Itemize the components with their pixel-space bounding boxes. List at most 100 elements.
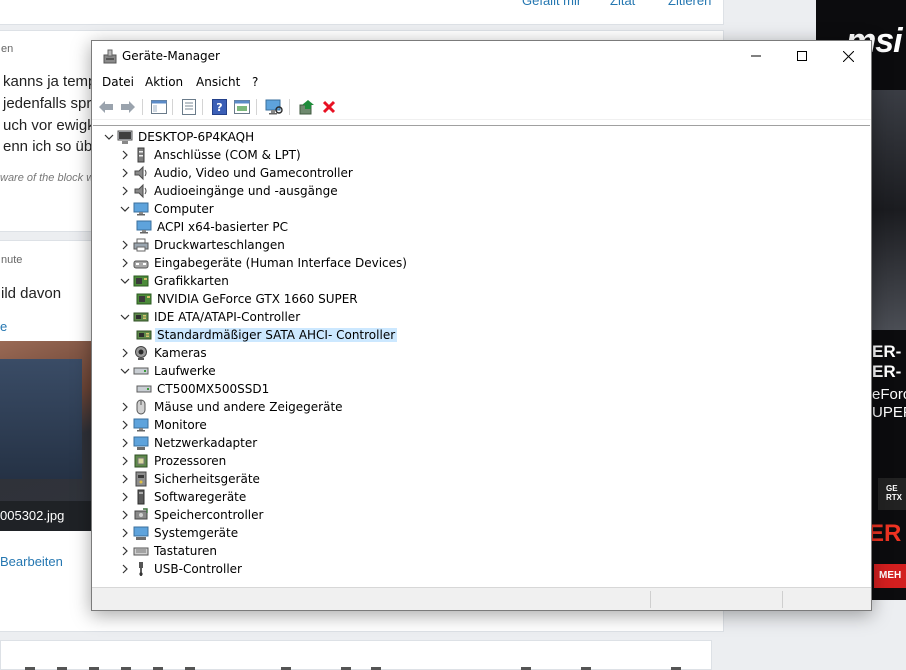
tree-category-item[interactable]: Audio, Video und Gamecontroller [117,164,355,182]
chevron-down-icon[interactable] [117,362,133,380]
reply-quote-link[interactable]: Zitieren [668,0,711,8]
usb-icon [133,561,149,577]
forum-top-card: Gefällt mir Zitat Zitieren [0,0,724,25]
tree-category-item[interactable]: Laufwerke [117,362,218,380]
chevron-right-icon[interactable] [117,236,133,254]
chevron-down-icon[interactable] [117,272,133,290]
chevron-right-icon[interactable] [117,506,133,524]
chevron-down-icon[interactable] [117,200,133,218]
maximize-icon [797,51,807,61]
tree-category-item[interactable]: Systemgeräte [117,524,240,542]
forward-button[interactable] [119,98,137,116]
close-button[interactable] [825,41,871,71]
tree-device-item[interactable]: ACPI x64-basierter PC [136,218,290,236]
menu-ansicht[interactable]: Ansicht [196,75,240,89]
post1-line: enn ich so übe [3,138,101,155]
minimize-button[interactable] [733,41,779,71]
chevron-right-icon[interactable] [117,470,133,488]
toolbar-separator [202,99,203,115]
tree-category-item[interactable]: Softwaregeräte [117,488,248,506]
chevron-right-icon[interactable] [117,398,133,416]
tree-category-item[interactable]: Anschlüsse (COM & LPT) [117,146,303,164]
network-icon [133,435,149,451]
ad-subline: UPEF [872,404,906,421]
tree-category-item[interactable]: Computer [117,200,216,218]
tree-root-label: DESKTOP-6P4KAQH [138,130,255,144]
quote-link[interactable]: Zitat [610,0,635,8]
toolbar-separator [256,99,257,115]
tree-category-item[interactable]: Mäuse und andere Zeigegeräte [117,398,345,416]
chevron-right-icon[interactable] [117,524,133,542]
tree-category-item[interactable]: Netzwerkadapter [117,434,259,452]
menu-datei[interactable]: Datei [102,75,134,89]
chevron-right-icon[interactable] [117,434,133,452]
menu-aktion[interactable]: Aktion [145,75,183,89]
tree-category-item[interactable]: Tastaturen [117,542,219,560]
tree-category-item[interactable]: Prozessoren [117,452,228,470]
chevron-right-icon[interactable] [117,164,133,182]
tree-item-label: Audio, Video und Gamecontroller [154,166,353,180]
hid-icon [133,255,149,271]
tree-item-label: USB-Controller [154,562,242,576]
menu-bar: Datei Aktion Ansicht ? [92,72,871,93]
help-button[interactable]: ? [210,98,228,116]
ad-graphics-card-image [866,90,906,330]
post1-signature: ware of the block w [0,172,95,184]
tree-item-label: NVIDIA GeForce GTX 1660 SUPER [157,292,358,306]
tree-item-label: Druckwarteschlangen [154,238,285,252]
view-window-icon [234,100,250,114]
properties-button[interactable] [180,98,198,116]
system-icon [133,525,149,541]
uninstall-device-button[interactable] [320,98,338,116]
tree-category-item[interactable]: Eingabegeräte (Human Interface Devices) [117,254,409,272]
tree-item-label: CT500MX500SSD1 [157,382,270,396]
tree-device-item[interactable]: NVIDIA GeForce GTX 1660 SUPER [136,290,360,308]
back-button[interactable] [97,98,115,116]
scan-hardware-button[interactable] [265,98,283,116]
tree-category-item[interactable]: Druckwarteschlangen [117,236,287,254]
chevron-down-icon[interactable] [101,128,117,146]
console-tree-icon [151,100,167,114]
menu-help[interactable]: ? [252,75,258,89]
tree-device-item[interactable]: Standardmäßiger SATA AHCI- Controller [136,326,398,344]
update-driver-button[interactable] [298,98,316,116]
chevron-right-icon[interactable] [117,254,133,272]
chevron-right-icon[interactable] [117,344,133,362]
chevron-down-icon[interactable] [117,308,133,326]
tree-category-item[interactable]: Sicherheitsgeräte [117,470,262,488]
cpu-icon [133,453,149,469]
post2-text: ild davon [1,285,62,302]
maximize-button[interactable] [779,41,825,71]
post2-link[interactable]: e [0,319,7,334]
tree-category-item[interactable]: IDE ATA/ATAPI-Controller [117,308,302,326]
chevron-right-icon[interactable] [117,182,133,200]
chevron-right-icon[interactable] [117,452,133,470]
monitor-icon [136,219,152,235]
show-hide-tree-button[interactable] [150,98,168,116]
tree-category-item[interactable]: Kameras [117,344,209,362]
tree-category-item[interactable]: Speichercontroller [117,506,265,524]
monitor-icon [133,417,149,433]
speaker-icon [133,183,149,199]
tree-category-item[interactable]: Monitore [117,416,209,434]
arrow-left-icon [99,101,113,113]
edit-link[interactable]: Bearbeiten [0,554,63,569]
tree-category-item[interactable]: Grafikkarten [117,272,231,290]
tree-category-item[interactable]: Audioeingänge und -ausgänge [117,182,340,200]
chevron-right-icon[interactable] [117,488,133,506]
view-button[interactable] [233,98,251,116]
like-link[interactable]: Gefällt mir [522,0,581,8]
device-tree[interactable]: DESKTOP-6P4KAQH Anschlüsse (COM & LPT) Au… [93,125,870,585]
title-bar[interactable]: Geräte-Manager [92,41,871,72]
chevron-right-icon[interactable] [117,416,133,434]
chevron-right-icon[interactable] [117,146,133,164]
chevron-right-icon[interactable] [117,542,133,560]
tree-category-item[interactable]: USB-Controller [117,560,244,578]
tree-device-item[interactable]: CT500MX500SSD1 [136,380,271,398]
attachment-thumbnail[interactable]: 005302.jpg [0,341,92,531]
ad-more-button[interactable]: MEH [874,564,906,588]
chevron-right-icon[interactable] [117,560,133,578]
ad-headline: ER- I [872,362,906,381]
tree-root[interactable]: DESKTOP-6P4KAQH [101,128,256,146]
attachment-filename: 005302.jpg [0,501,92,531]
